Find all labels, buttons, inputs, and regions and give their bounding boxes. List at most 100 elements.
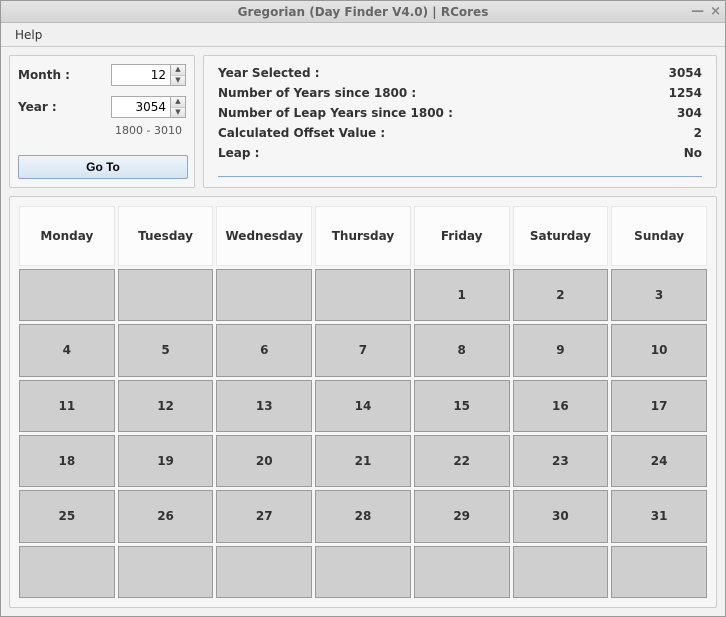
- calendar-cell: 31: [611, 490, 707, 542]
- year-up-icon[interactable]: ▲: [171, 97, 185, 108]
- info-label: Number of Leap Years since 1800 :: [218, 106, 453, 120]
- calendar-cell: 13: [216, 380, 312, 432]
- calendar-cell: 5: [118, 324, 214, 376]
- info-panel: Year Selected : 3054 Number of Years sin…: [203, 55, 717, 188]
- calendar-cell: [118, 546, 214, 598]
- year-spinner[interactable]: ▲ ▼: [111, 96, 186, 118]
- app-window: Gregorian (Day Finder V4.0) | RCores — ×…: [0, 0, 726, 617]
- year-label: Year :: [18, 100, 78, 114]
- calendar-cell: [315, 546, 411, 598]
- calendar-row: 45678910: [19, 324, 707, 376]
- menu-help[interactable]: Help: [7, 25, 50, 45]
- calendar-cell: [19, 269, 115, 321]
- calendar-row: 18192021222324: [19, 435, 707, 487]
- calendar-cell: 25: [19, 490, 115, 542]
- day-header: Tuesday: [118, 206, 214, 266]
- calendar-row: 123: [19, 269, 707, 321]
- calendar-cell: 7: [315, 324, 411, 376]
- calendar-cell: 16: [513, 380, 609, 432]
- day-header: Friday: [414, 206, 510, 266]
- calendar-cell: [216, 269, 312, 321]
- window-controls: — ×: [691, 4, 721, 19]
- calendar-cell: 3: [611, 269, 707, 321]
- info-label: Calculated Offset Value :: [218, 126, 385, 140]
- calendar-cell: 10: [611, 324, 707, 376]
- calendar-cell: 1: [414, 269, 510, 321]
- close-icon[interactable]: ×: [710, 4, 721, 19]
- calendar-cell: 26: [118, 490, 214, 542]
- top-row: Month : ▲ ▼ Year :: [9, 55, 717, 188]
- calendar-cell: 2: [513, 269, 609, 321]
- calendar-cell: 30: [513, 490, 609, 542]
- calendar-cell: [118, 269, 214, 321]
- calendar-cell: [216, 546, 312, 598]
- calendar-cell: 21: [315, 435, 411, 487]
- info-years-since: Number of Years since 1800 : 1254: [218, 86, 702, 100]
- month-down-icon[interactable]: ▼: [171, 76, 185, 86]
- calendar-cell: [414, 546, 510, 598]
- calendar-cell: [19, 546, 115, 598]
- calendar-cell: 22: [414, 435, 510, 487]
- month-spinner[interactable]: ▲ ▼: [111, 64, 186, 86]
- content-area: Month : ▲ ▼ Year :: [1, 47, 725, 616]
- calendar-cell: 29: [414, 490, 510, 542]
- calendar-cell: [513, 546, 609, 598]
- input-panel: Month : ▲ ▼ Year :: [9, 55, 195, 188]
- calendar-cell: 12: [118, 380, 214, 432]
- menubar: Help: [1, 23, 725, 47]
- calendar-panel: Monday Tuesday Wednesday Thursday Friday…: [9, 196, 717, 608]
- calendar-cell: [315, 269, 411, 321]
- calendar-cell: 20: [216, 435, 312, 487]
- day-header: Sunday: [611, 206, 707, 266]
- calendar-cell: 11: [19, 380, 115, 432]
- info-value: 304: [677, 106, 702, 120]
- calendar-cell: 15: [414, 380, 510, 432]
- info-label: Leap :: [218, 146, 259, 160]
- day-header: Monday: [19, 206, 115, 266]
- calendar-cell: 27: [216, 490, 312, 542]
- calendar-cell: 19: [118, 435, 214, 487]
- year-range-hint: 1800 - 3010: [18, 124, 186, 137]
- calendar-cell: 6: [216, 324, 312, 376]
- goto-button[interactable]: Go To: [18, 155, 188, 179]
- window-title: Gregorian (Day Finder V4.0) | RCores: [238, 5, 489, 19]
- calendar-header-row: Monday Tuesday Wednesday Thursday Friday…: [19, 206, 707, 266]
- calendar-cell: 17: [611, 380, 707, 432]
- calendar-cell: 9: [513, 324, 609, 376]
- calendar-cell: 18: [19, 435, 115, 487]
- calendar-row: [19, 546, 707, 598]
- calendar-cell: 4: [19, 324, 115, 376]
- day-header: Thursday: [315, 206, 411, 266]
- titlebar: Gregorian (Day Finder V4.0) | RCores — ×: [1, 1, 725, 23]
- year-row: Year : ▲ ▼: [18, 96, 186, 118]
- info-separator: [218, 176, 702, 177]
- info-value: 2: [694, 126, 702, 140]
- calendar-cell: 14: [315, 380, 411, 432]
- calendar-row: 11121314151617: [19, 380, 707, 432]
- day-header: Saturday: [513, 206, 609, 266]
- calendar-cell: 28: [315, 490, 411, 542]
- info-offset: Calculated Offset Value : 2: [218, 126, 702, 140]
- month-row: Month : ▲ ▼: [18, 64, 186, 86]
- calendar-table: Monday Tuesday Wednesday Thursday Friday…: [16, 203, 710, 601]
- info-leap-since: Number of Leap Years since 1800 : 304: [218, 106, 702, 120]
- info-value: 1254: [669, 86, 702, 100]
- calendar-cell: 24: [611, 435, 707, 487]
- calendar-cell: 23: [513, 435, 609, 487]
- info-value: No: [684, 146, 702, 160]
- calendar-row: 25262728293031: [19, 490, 707, 542]
- minimize-icon[interactable]: —: [691, 4, 704, 19]
- info-year-selected: Year Selected : 3054: [218, 66, 702, 80]
- calendar-cell: 8: [414, 324, 510, 376]
- year-down-icon[interactable]: ▼: [171, 108, 185, 118]
- month-input[interactable]: [112, 65, 170, 85]
- info-leap: Leap : No: [218, 146, 702, 160]
- year-input[interactable]: [112, 97, 170, 117]
- info-label: Year Selected :: [218, 66, 320, 80]
- calendar-cell: [611, 546, 707, 598]
- day-header: Wednesday: [216, 206, 312, 266]
- month-up-icon[interactable]: ▲: [171, 65, 185, 76]
- info-label: Number of Years since 1800 :: [218, 86, 416, 100]
- info-value: 3054: [669, 66, 702, 80]
- month-label: Month :: [18, 68, 78, 82]
